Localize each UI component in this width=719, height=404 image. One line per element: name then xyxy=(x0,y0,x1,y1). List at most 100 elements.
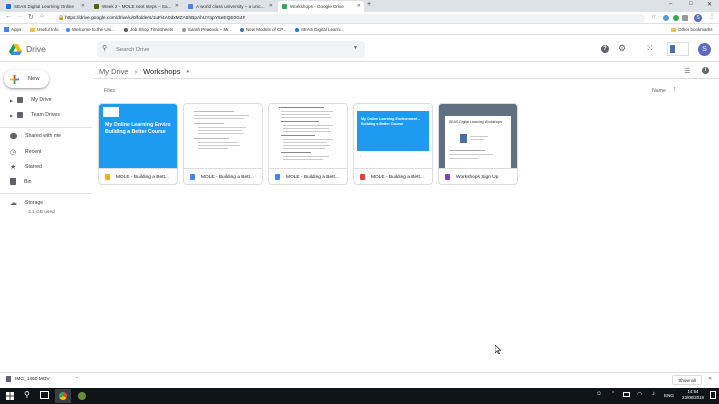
file-card[interactable]: My Online Learning Enviro Building a Bet… xyxy=(98,103,178,185)
file-card[interactable]: SEAS Digital Learning Workshops Workshop… xyxy=(438,103,518,185)
settings-gear-icon[interactable]: ⚙ xyxy=(618,43,626,54)
organisation-logo xyxy=(667,42,689,56)
wifi-icon[interactable]: ◠ xyxy=(637,391,642,398)
sidebar-item-team-drives[interactable]: ▶ Team Drives xyxy=(10,112,60,118)
divider xyxy=(94,78,719,79)
text-line xyxy=(283,142,327,143)
show-all-button[interactable]: Show all xyxy=(672,375,702,385)
sort-by-name[interactable]: Name xyxy=(652,88,666,94)
tab-close-icon[interactable]: ✕ xyxy=(269,3,273,9)
text-line xyxy=(283,148,325,149)
other-bookmarks[interactable]: Other bookmarks xyxy=(671,27,713,32)
sidebar-item-shared[interactable]: Shared with me xyxy=(10,133,61,139)
search-box[interactable]: ⚲ ▼ xyxy=(97,41,365,58)
windows-start-icon[interactable] xyxy=(6,392,14,400)
taskbar-app-icon[interactable] xyxy=(78,392,86,400)
close-download-bar-icon[interactable]: ✕ xyxy=(708,376,712,382)
bookmark-item[interactable]: SEAS Digital Learni... xyxy=(295,27,344,32)
site-favicon-icon xyxy=(188,4,193,9)
expand-arrow-icon[interactable]: ▶ xyxy=(10,113,13,118)
file-name: MOLE - Building a Bett... xyxy=(99,168,177,184)
sidebar-item-starred[interactable]: ★ Starred xyxy=(10,163,42,171)
account-avatar[interactable]: S xyxy=(698,43,711,56)
bookmark-folder[interactable]: Useful Info xyxy=(30,27,59,32)
extension-icon[interactable] xyxy=(663,15,669,21)
info-icon[interactable]: i xyxy=(702,67,709,74)
tab-close-icon[interactable]: ✕ xyxy=(81,3,85,9)
site-favicon-icon xyxy=(124,27,128,32)
taskbar-chrome-button[interactable] xyxy=(55,389,71,403)
list-view-icon[interactable]: ☰ xyxy=(684,67,690,75)
new-tab-button[interactable]: + xyxy=(367,1,371,8)
text-line xyxy=(449,158,479,159)
task-view-icon[interactable] xyxy=(40,391,49,399)
sidebar-item-storage[interactable]: ☁ Storage xyxy=(10,199,43,207)
lock-icon: 🔒 xyxy=(58,15,65,21)
text-line xyxy=(281,111,333,112)
site-favicon-icon xyxy=(94,4,99,9)
clock[interactable]: 14:54 23/08/2019 xyxy=(680,389,706,401)
breadcrumb: My Drive › Workshops ▾ xyxy=(99,67,189,76)
breadcrumb-my-drive[interactable]: My Drive xyxy=(99,67,129,76)
sidebar-item-recent[interactable]: ◷ Recent xyxy=(10,148,41,156)
search-taskbar-icon[interactable]: ⚲ xyxy=(24,390,30,399)
minimize-button[interactable]: – xyxy=(669,1,672,7)
file-card[interactable]: MOLE - Building a Bett... xyxy=(183,103,263,185)
tab-seas-digital[interactable]: SEAS Digital Learning Online ✕ xyxy=(2,1,88,12)
bullet-icon: • xyxy=(360,154,362,158)
tab-world-class[interactable]: A world class university – a unic... ✕ xyxy=(184,1,276,12)
extension-icon[interactable] xyxy=(682,15,688,21)
tab-workshops-drive[interactable]: Workshops - Google Drive ✕ xyxy=(278,1,364,12)
expand-arrow-icon[interactable]: ▶ xyxy=(10,98,13,103)
download-item[interactable]: IMG_1460.MOV xyxy=(6,376,50,382)
bookmark-item[interactable]: Sarah Peacock – Mi... xyxy=(182,27,232,32)
text-line xyxy=(283,131,331,132)
breadcrumb-current-folder[interactable]: Workshops xyxy=(143,67,180,76)
tab-week2[interactable]: Week 2 - MOLE next steps – Sa... ✕ xyxy=(90,1,182,12)
bookmark-item[interactable]: Welcome to the Uni... xyxy=(66,27,115,32)
sidebar-item-bin[interactable]: Bin xyxy=(10,178,32,185)
home-icon[interactable]: ⌂ xyxy=(40,13,44,19)
tab-close-icon[interactable]: ✕ xyxy=(357,3,361,9)
language-indicator[interactable]: ENG xyxy=(664,393,674,398)
text-line xyxy=(281,152,311,153)
tray-arrow-icon[interactable]: ⌃ xyxy=(611,391,615,397)
people-icon[interactable]: ☺ xyxy=(596,391,602,397)
help-icon[interactable]: ? xyxy=(601,45,609,53)
menu-kebab-icon[interactable]: ⋮ xyxy=(709,13,715,20)
tab-title: Week 2 - MOLE next steps – Sa... xyxy=(102,4,172,9)
file-card[interactable]: My Online Learning Environment – Buildin… xyxy=(353,103,433,185)
reload-icon[interactable]: ↻ xyxy=(28,13,34,21)
chevron-down-icon[interactable]: ▾ xyxy=(186,69,189,75)
google-apps-icon[interactable]: ⁙ xyxy=(646,43,654,54)
profile-avatar[interactable]: S xyxy=(694,14,702,22)
bookmark-item[interactable]: Job Shop Timesheets xyxy=(124,27,173,32)
new-button[interactable]: New xyxy=(4,70,49,88)
search-options-dropdown-icon[interactable]: ▼ xyxy=(353,45,358,51)
video-file-icon xyxy=(6,376,11,382)
file-card[interactable]: MOLE - Building a Bett... xyxy=(268,103,348,185)
extension-icon[interactable] xyxy=(673,15,679,21)
university-crest-icon xyxy=(460,134,467,143)
sort-ascending-icon[interactable]: ↑ xyxy=(673,86,677,93)
close-window-button[interactable]: ✕ xyxy=(707,1,712,8)
search-icon[interactable]: ⚲ xyxy=(102,44,107,52)
battery-icon[interactable] xyxy=(623,392,630,397)
drive-logo-text[interactable]: Drive xyxy=(26,44,46,54)
star-bookmark-icon[interactable]: ☆ xyxy=(651,13,656,20)
text-line xyxy=(279,107,324,108)
forward-icon[interactable]: → xyxy=(16,13,23,20)
text-line xyxy=(198,145,240,146)
notifications-icon[interactable] xyxy=(710,391,716,399)
back-icon[interactable]: ← xyxy=(5,13,12,20)
bookmark-item[interactable]: New Models of CP... xyxy=(240,27,286,32)
drive-logo-icon[interactable] xyxy=(9,44,22,55)
sidebar-item-my-drive[interactable]: ▶ My Drive xyxy=(10,97,52,103)
volume-icon[interactable]: ♪ xyxy=(652,391,655,397)
search-input[interactable] xyxy=(116,45,336,54)
tab-close-icon[interactable]: ✕ xyxy=(175,3,179,9)
address-bar[interactable]: 🔒 https://drive.google.com/drive/u/0/fol… xyxy=(55,14,645,23)
download-options-icon[interactable]: ⌃ xyxy=(75,376,79,382)
bookmark-apps[interactable]: Apps xyxy=(4,27,21,32)
maximize-button[interactable]: □ xyxy=(689,1,693,7)
